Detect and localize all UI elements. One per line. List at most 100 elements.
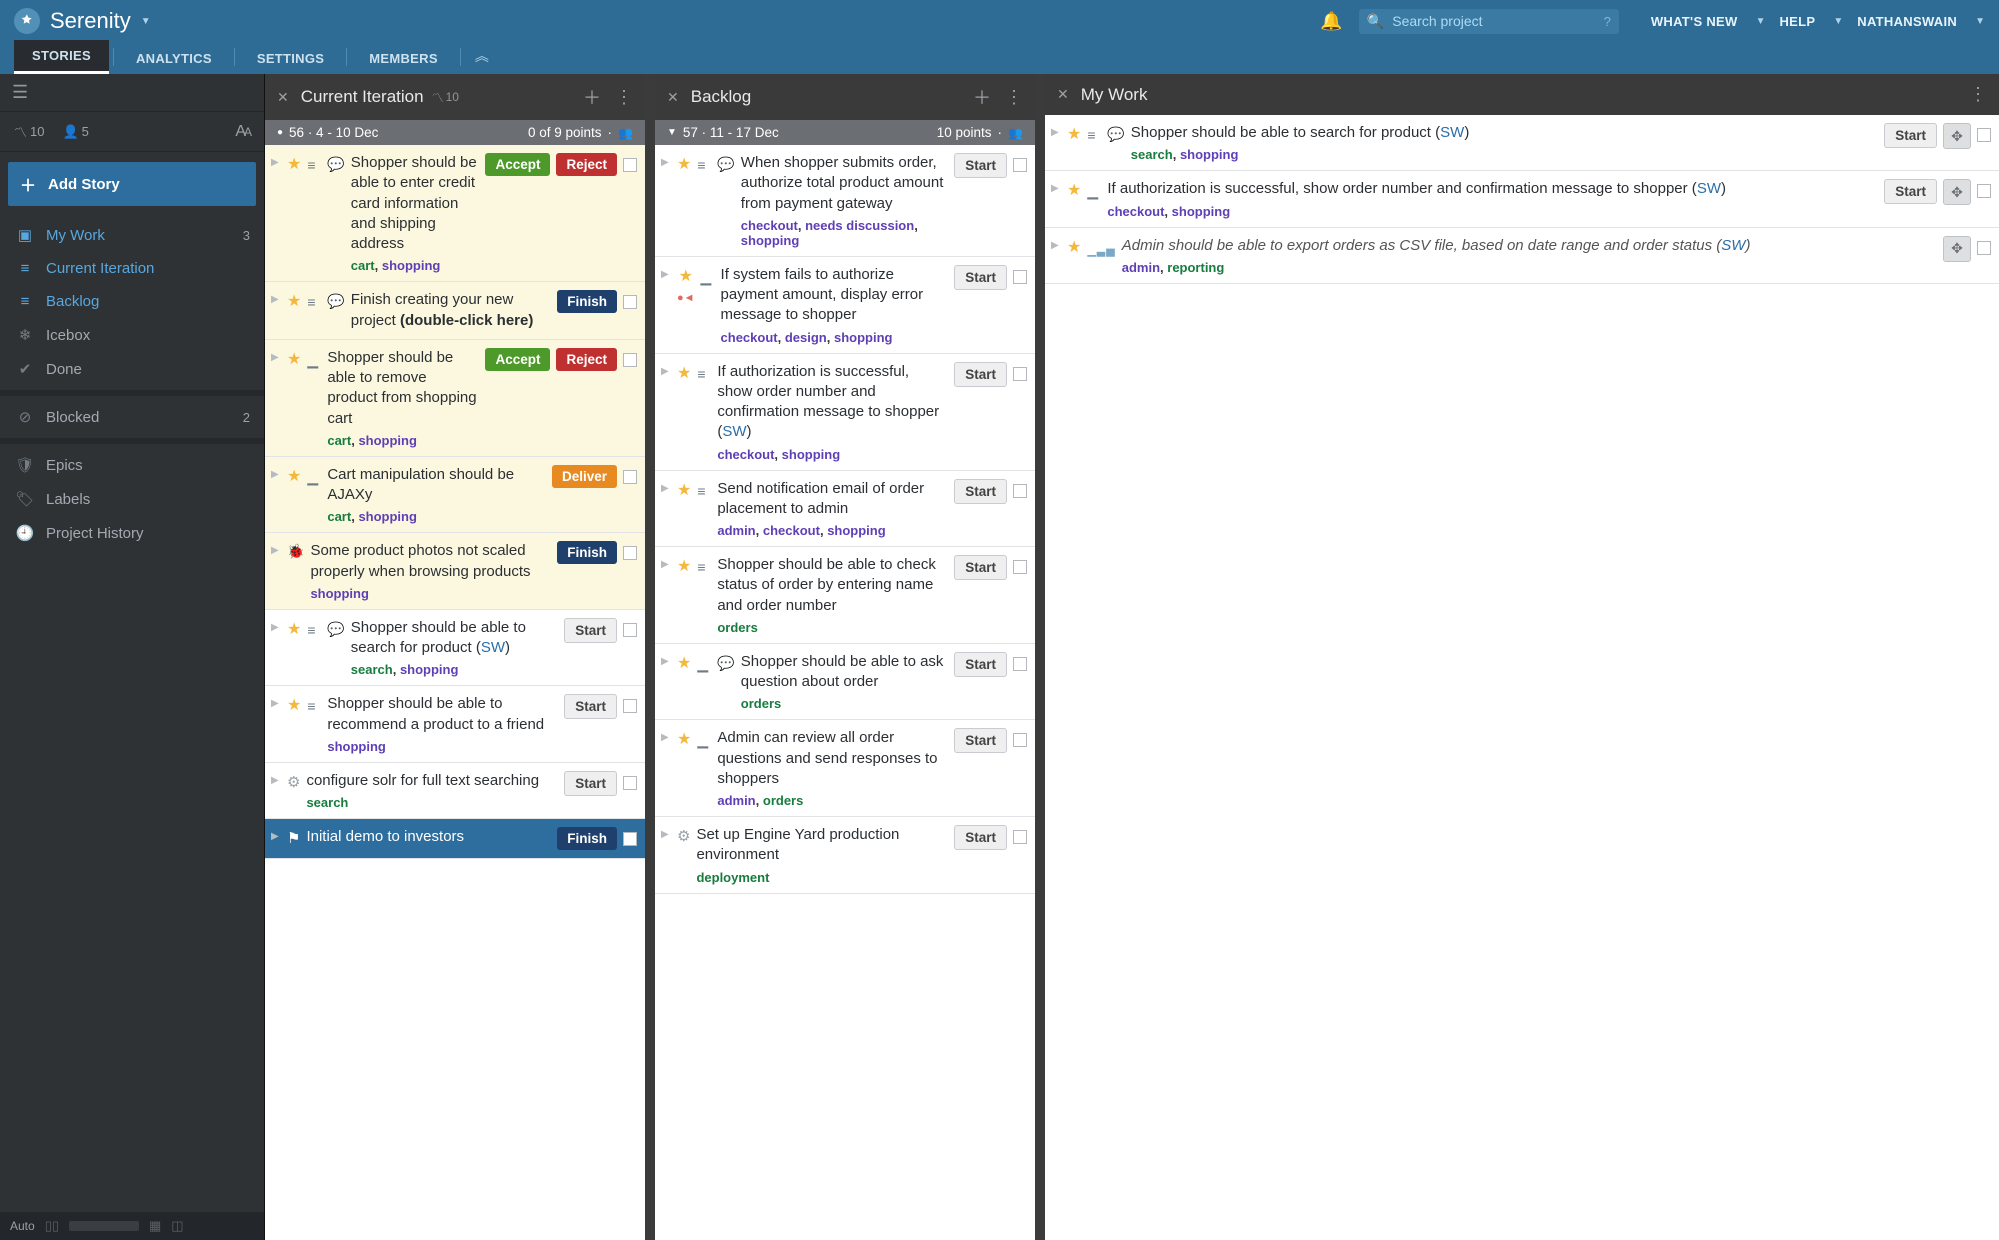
- comments-icon[interactable]: 💬: [717, 156, 734, 173]
- story-title[interactable]: Admin can review all order questions and…: [717, 728, 948, 789]
- story-title[interactable]: Admin should be able to export orders as…: [1122, 236, 1937, 256]
- density-icon[interactable]: ▯▯: [45, 1218, 59, 1234]
- estimate-value[interactable]: ▁: [697, 732, 711, 749]
- story-row[interactable]: ▶ ⚑ Initial demo to investors Finish: [265, 819, 645, 859]
- story-checkbox[interactable]: [623, 158, 637, 172]
- story-tag[interactable]: checkout: [741, 218, 798, 233]
- story-checkbox[interactable]: [623, 353, 637, 367]
- finish-button[interactable]: Finish: [557, 290, 617, 313]
- story-tag[interactable]: search: [306, 795, 348, 810]
- story-tag[interactable]: admin: [717, 793, 755, 808]
- story-tag[interactable]: shopping: [358, 433, 417, 448]
- expand-icon[interactable]: ▶: [661, 269, 671, 280]
- comments-icon[interactable]: 💬: [327, 156, 344, 173]
- expand-icon[interactable]: ▶: [271, 775, 281, 786]
- deliver-button[interactable]: Deliver: [552, 465, 617, 488]
- expand-icon[interactable]: ▶: [661, 157, 671, 168]
- story-row[interactable]: ▶ ★ ≡ 💬 When shopper submits order, auth…: [655, 145, 1035, 257]
- story-row[interactable]: ▶ ★ ▁ If authorization is successful, sh…: [1045, 171, 1999, 227]
- estimate-picker[interactable]: ▁▃▅: [1087, 244, 1115, 257]
- story-title[interactable]: Shopper should be able to search for pro…: [1131, 123, 1878, 143]
- estimate-value[interactable]: ≡: [1087, 127, 1101, 143]
- estimate-value[interactable]: ≡: [307, 622, 321, 638]
- density-slider[interactable]: [69, 1221, 139, 1231]
- whats-new-link[interactable]: WHAT'S NEW: [1651, 14, 1738, 29]
- estimate-value[interactable]: ≡: [307, 157, 321, 173]
- reject-button[interactable]: Reject: [556, 153, 617, 176]
- expand-icon[interactable]: ▶: [271, 352, 281, 363]
- story-title[interactable]: Shopper should be able to remove product…: [327, 348, 479, 429]
- estimate-value[interactable]: ▁: [697, 656, 711, 673]
- story-tag[interactable]: shopping: [782, 447, 841, 462]
- close-icon[interactable]: ✕: [277, 89, 289, 106]
- story-tag[interactable]: shopping: [1180, 147, 1239, 162]
- sidebar-item-my-work[interactable]: ▣My Work3: [0, 218, 264, 252]
- story-title[interactable]: Cart manipulation should be AJAXy: [327, 465, 546, 506]
- expand-icon[interactable]: ▶: [661, 656, 671, 667]
- story-tag[interactable]: shopping: [834, 330, 893, 345]
- story-tag[interactable]: orders: [741, 696, 781, 711]
- story-checkbox[interactable]: [1013, 657, 1027, 671]
- start-button[interactable]: Start: [954, 728, 1007, 753]
- search-project-field[interactable]: 🔍 ?: [1359, 9, 1619, 34]
- tab-settings[interactable]: SETTINGS: [239, 43, 342, 74]
- expand-icon[interactable]: ▶: [271, 294, 281, 305]
- accept-button[interactable]: Accept: [485, 153, 550, 176]
- panel-menu-icon[interactable]: ⋮: [1969, 84, 1987, 105]
- panel-menu-icon[interactable]: ⋮: [1005, 87, 1023, 108]
- story-tag[interactable]: checkout: [721, 330, 778, 345]
- story-tag[interactable]: needs discussion: [805, 218, 914, 233]
- accept-button[interactable]: Accept: [485, 348, 550, 371]
- expand-icon[interactable]: ▶: [1051, 240, 1061, 251]
- tab-stories[interactable]: STORIES: [14, 40, 109, 74]
- story-tag[interactable]: shopping: [382, 258, 441, 273]
- estimate-value[interactable]: ≡: [697, 366, 711, 382]
- story-row[interactable]: ▶ ★ ≡ 💬 Shopper should be able to search…: [265, 610, 645, 687]
- sidebar-item-backlog[interactable]: ≡Backlog: [0, 285, 264, 318]
- help-link[interactable]: HELP: [1779, 14, 1815, 29]
- finish-button[interactable]: Finish: [557, 827, 617, 850]
- story-tag[interactable]: shopping: [400, 662, 459, 677]
- expand-icon[interactable]: ▶: [661, 829, 671, 840]
- story-row[interactable]: ▶ ★ ≡ Shopper should be able to recommen…: [265, 686, 645, 763]
- start-button[interactable]: Start: [954, 362, 1007, 387]
- story-tag[interactable]: admin: [1122, 260, 1160, 275]
- expand-icon[interactable]: ▶: [271, 157, 281, 168]
- story-tag[interactable]: orders: [717, 620, 757, 635]
- tab-analytics[interactable]: ANALYTICS: [118, 43, 230, 74]
- story-tag[interactable]: orders: [763, 793, 803, 808]
- story-checkbox[interactable]: [623, 699, 637, 713]
- start-button[interactable]: Start: [1884, 123, 1937, 148]
- story-checkbox[interactable]: [623, 295, 637, 309]
- story-row[interactable]: ▶ ★ ▁ Admin can review all order questio…: [655, 720, 1035, 817]
- story-row[interactable]: ▶ ⚙ Set up Engine Yard production enviro…: [655, 817, 1035, 894]
- comments-icon[interactable]: 💬: [327, 293, 344, 310]
- username-menu[interactable]: NATHANSWAIN: [1857, 14, 1957, 29]
- estimate-value[interactable]: ▁: [307, 352, 321, 369]
- blocker-icon[interactable]: ●◄: [677, 292, 695, 304]
- comments-icon[interactable]: 💬: [327, 621, 344, 638]
- story-tag[interactable]: admin: [717, 523, 755, 538]
- story-row[interactable]: ▶ ★ ≡ Shopper should be able to check st…: [655, 547, 1035, 644]
- estimate-value[interactable]: ▁: [1087, 183, 1101, 200]
- tab-members[interactable]: MEMBERS: [351, 43, 456, 74]
- story-checkbox[interactable]: [623, 776, 637, 790]
- estimate-value[interactable]: ≡: [697, 157, 711, 173]
- close-icon[interactable]: ✕: [667, 89, 679, 106]
- expand-icon[interactable]: ▶: [661, 366, 671, 377]
- sidebar-item-current-iteration[interactable]: ≡Current Iteration: [0, 252, 264, 285]
- sidebar-item-project-history[interactable]: 🕘Project History: [0, 516, 264, 550]
- owner-initials[interactable]: SW: [722, 423, 746, 440]
- story-row[interactable]: ▶ ★ ≡ 💬 Shopper should be able to search…: [1045, 115, 1999, 171]
- story-title[interactable]: If authorization is successful, show ord…: [1107, 179, 1878, 199]
- start-button[interactable]: Start: [564, 694, 617, 719]
- velocity-stat[interactable]: 〽10: [14, 122, 44, 141]
- story-title[interactable]: Shopper should be able to enter credit c…: [351, 153, 480, 254]
- story-checkbox[interactable]: [623, 832, 637, 846]
- story-title[interactable]: Shopper should be able to ask question a…: [741, 652, 948, 693]
- sidebar-item-epics[interactable]: 🛡Epics: [0, 448, 264, 482]
- story-row[interactable]: ▶ ★ ▁ 💬 Shopper should be able to ask qu…: [655, 644, 1035, 721]
- story-tag[interactable]: cart: [327, 433, 351, 448]
- story-checkbox[interactable]: [1013, 367, 1027, 381]
- story-title[interactable]: Shopper should be able to recommend a pr…: [327, 694, 558, 735]
